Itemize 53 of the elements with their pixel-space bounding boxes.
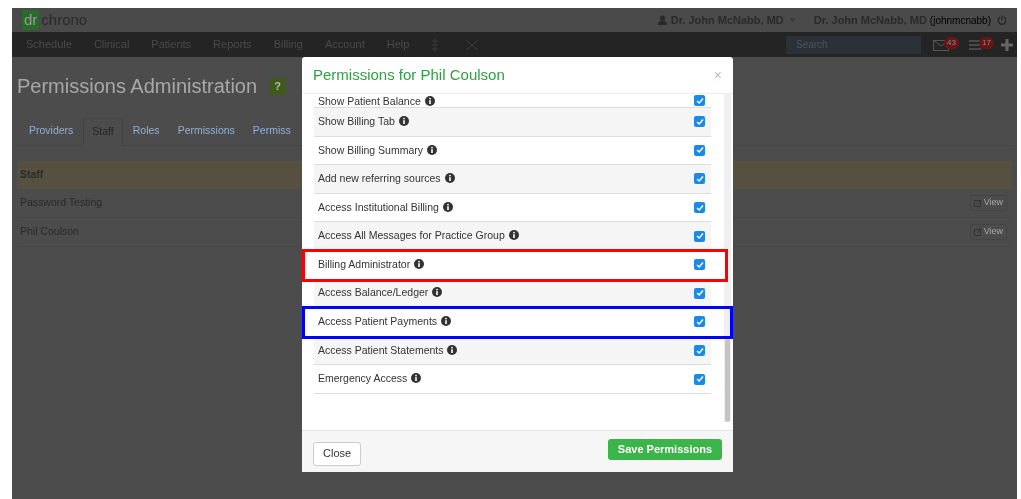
save-permissions-button[interactable]: Save Permissions [607, 439, 722, 460]
close-button[interactable]: Close [313, 441, 362, 466]
info-icon [427, 144, 438, 155]
checkbox[interactable] [694, 202, 705, 214]
permission-label: Show Patient Balance [318, 94, 435, 107]
permission-label: Access All Messages for Practice Group [318, 228, 519, 245]
checkbox[interactable] [694, 144, 705, 156]
permission-label: Show Billing Tab [318, 113, 409, 130]
permission-label: Billing Administrator [318, 256, 425, 273]
info-icon [398, 115, 409, 126]
checkbox[interactable] [694, 287, 705, 299]
tab[interactable]: Roles [124, 117, 168, 145]
checkbox[interactable] [694, 173, 705, 185]
logo-mark: dr [22, 10, 40, 30]
info-icon [447, 344, 458, 355]
checkbox[interactable] [694, 116, 705, 128]
page-title: Permissions Administration [17, 74, 258, 99]
scrollbar[interactable] [724, 94, 731, 422]
tab[interactable]: Permiss [244, 117, 299, 145]
checkbox[interactable] [694, 373, 705, 385]
permission-label: Access Balance/Ledger [318, 285, 443, 302]
checkbox[interactable] [694, 316, 705, 328]
permission-label: Access Institutional Billing [318, 199, 453, 216]
info-icon [411, 373, 422, 384]
info-icon [441, 316, 452, 327]
info-icon [444, 173, 455, 184]
permission-label: Show Billing Summary [318, 142, 438, 159]
checkbox[interactable] [694, 259, 705, 271]
view-button[interactable]: View [969, 224, 1007, 240]
info-icon [414, 258, 425, 269]
permission-label: Access Patient Payments [318, 314, 452, 330]
view-button[interactable]: View [969, 195, 1007, 211]
user-icon [657, 15, 667, 25]
permission-label: Access Patient Statements [318, 342, 458, 359]
permission-label: Emergency Access [318, 371, 422, 387]
tab[interactable]: Permissions [169, 117, 243, 145]
edit-icon [973, 228, 982, 236]
count-badge: 43 [944, 36, 959, 49]
plus-icon[interactable] [1001, 38, 1013, 51]
info-icon [432, 287, 443, 298]
mail-icon[interactable] [933, 39, 949, 51]
edit-icon [973, 199, 982, 207]
tab[interactable]: Providers [21, 117, 82, 145]
count-badge: 17 [979, 36, 994, 49]
checkbox[interactable] [694, 230, 705, 242]
info-icon [442, 201, 453, 212]
checkbox[interactable] [694, 345, 705, 357]
account-handle: (johnmcnabb) [929, 13, 991, 28]
permission-label: Add new referring sources [318, 171, 455, 187]
checkbox[interactable] [694, 95, 705, 106]
info-icon [508, 230, 519, 241]
dialog-title: Permissions for Phil Coulson [313, 64, 505, 85]
help-badge[interactable]: ? [269, 77, 287, 95]
